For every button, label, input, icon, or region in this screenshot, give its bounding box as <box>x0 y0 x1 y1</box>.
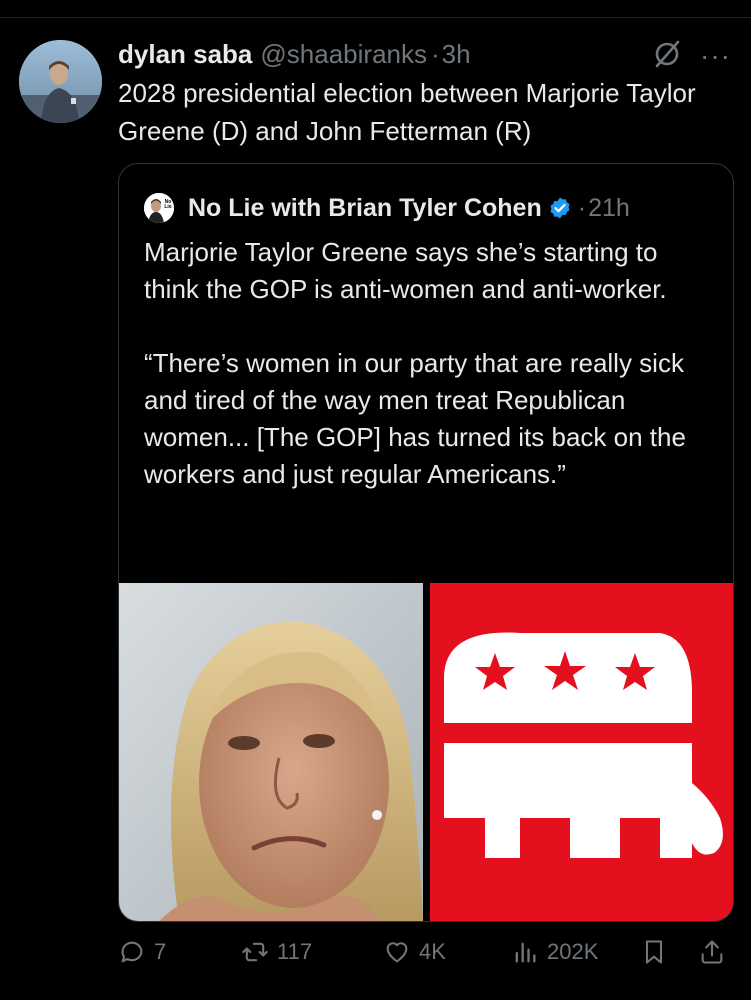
repost-button[interactable]: 117 <box>241 932 312 972</box>
heart-icon <box>386 942 408 963</box>
quoted-tweet-header: No Lie No Lie with Brian Tyler Cohen · 2… <box>144 190 630 226</box>
bookmark-button[interactable] <box>640 932 676 972</box>
quoted-author-avatar[interactable]: No Lie <box>144 193 174 223</box>
quoted-tweet[interactable]: No Lie No Lie with Brian Tyler Cohen · 2… <box>118 163 734 922</box>
quoted-tweet-text: Marjorie Taylor Greene says she’s starti… <box>144 234 714 493</box>
gop-elephant-logo[interactable] <box>430 583 733 921</box>
reply-icon <box>121 941 143 963</box>
svg-text:Lie: Lie <box>164 204 171 210</box>
media-grid <box>119 583 733 921</box>
quoted-paragraph-1: Marjorie Taylor Greene says she’s starti… <box>144 237 667 304</box>
quoted-separator-dot: · <box>577 193 587 222</box>
like-button[interactable]: 4K <box>383 932 446 972</box>
verified-badge-icon <box>550 197 570 219</box>
quoted-author-name[interactable]: No Lie with Brian Tyler Cohen <box>188 194 542 223</box>
like-count: 4K <box>419 939 446 964</box>
views-count: 202K <box>547 939 599 964</box>
action-bar: 7 117 4K 202K <box>118 932 738 972</box>
views-chart-icon <box>515 942 536 963</box>
bookmark-icon <box>645 940 663 964</box>
views-button[interactable]: 202K <box>511 932 598 972</box>
author-name[interactable]: dylan saba <box>118 39 252 70</box>
reply-button[interactable]: 7 <box>118 932 166 972</box>
tweet-time[interactable]: 3h <box>442 39 471 70</box>
tweet-text: 2028 presidential election between Marjo… <box>118 78 696 146</box>
author-handle[interactable]: @shaabiranks <box>260 39 427 70</box>
portrait-photo[interactable] <box>119 583 423 921</box>
share-button[interactable] <box>698 932 734 972</box>
reply-count: 7 <box>154 939 167 964</box>
repost-count: 117 <box>277 939 313 964</box>
top-divider <box>0 17 751 18</box>
quoted-paragraph-2: “There’s women in our party that are rea… <box>144 348 686 489</box>
separator-dot: · <box>431 38 440 69</box>
quoted-tweet-time[interactable]: 21h <box>588 194 630 223</box>
repost-icon <box>242 942 268 962</box>
tweet-header: dylan saba @shaabiranks · 3h <box>118 36 471 72</box>
share-icon <box>701 940 723 964</box>
author-avatar[interactable] <box>19 40 102 123</box>
grok-icon[interactable] <box>651 38 683 70</box>
more-horizontal-icon[interactable]: ··· <box>700 40 731 72</box>
